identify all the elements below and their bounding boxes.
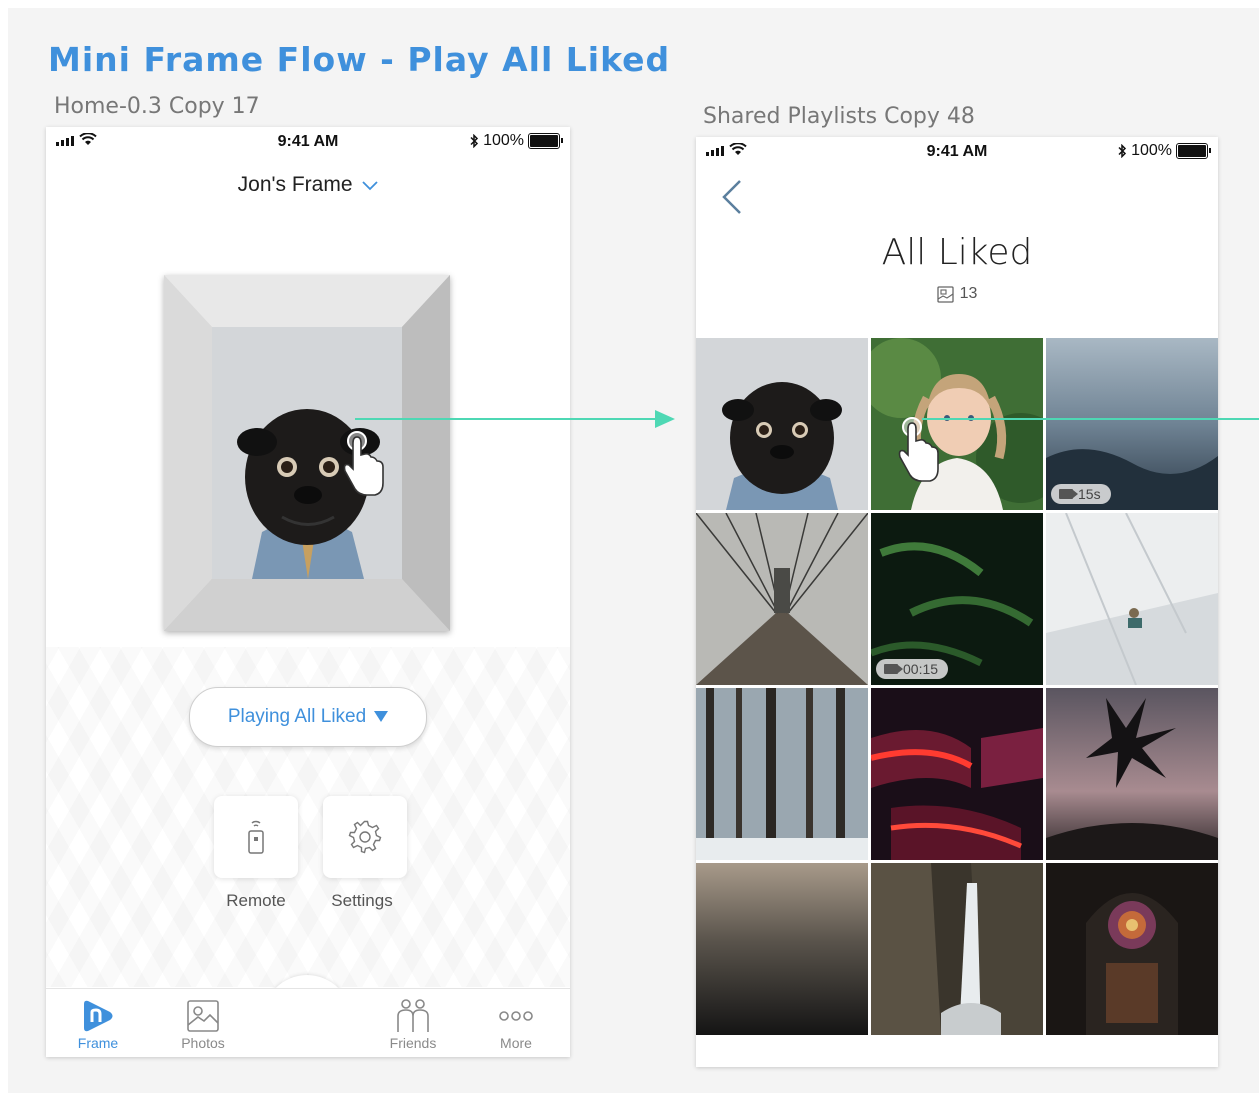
photo-pug[interactable] (696, 338, 868, 510)
photo-snowy-forest[interactable] (696, 688, 868, 860)
flow-arrow (355, 410, 675, 428)
waterfall-photo (871, 863, 1043, 1035)
tab-more[interactable]: More (476, 997, 556, 1051)
sea-photo (696, 863, 868, 1035)
chevron-down-icon (362, 181, 378, 191)
flow-title: Mini Frame Flow - Play All Liked (48, 40, 671, 79)
flow-arrow-out (922, 418, 1259, 420)
battery-percent: 100% (1131, 142, 1172, 159)
photo-bridge[interactable] (696, 513, 868, 685)
tab-friends-label: Friends (389, 1035, 437, 1051)
settings-tile[interactable] (323, 796, 407, 878)
bridge-photo (696, 513, 868, 685)
friends-icon (397, 999, 429, 1032)
frame-name: Jon's Frame (237, 173, 353, 196)
battery-status: 100% (1117, 142, 1211, 160)
frame-preview[interactable] (164, 275, 450, 631)
status-bar: 9:41 AM 100% (46, 127, 570, 155)
remote-icon (248, 820, 264, 854)
battery-percent: 100% (483, 132, 524, 149)
bluetooth-icon (1118, 144, 1127, 158)
video-camera-icon (884, 664, 903, 674)
photo-grid: 15s 00:15 (696, 338, 1218, 1035)
tab-friends[interactable]: Friends (373, 997, 453, 1051)
gear-icon (348, 820, 382, 854)
caret-down-icon (374, 711, 389, 722)
settings-label: Settings (331, 891, 393, 910)
frame-selector[interactable]: Jon's Frame (46, 173, 570, 197)
photo-leaves-sunset[interactable] (1046, 688, 1218, 860)
tab-more-label: More (500, 1035, 532, 1051)
playing-label: Playing All Liked (227, 706, 367, 727)
home-screen: 9:41 AM 100% Jon's Frame Playing All Lik… (46, 127, 570, 1057)
cathedral-photo (1046, 863, 1218, 1035)
remote-tile[interactable] (214, 796, 298, 878)
tab-photos-label: Photos (181, 1035, 225, 1051)
pug-photo (696, 338, 868, 510)
photo-count-icon (936, 285, 954, 303)
photo-white-architecture[interactable] (1046, 513, 1218, 685)
back-chevron-icon[interactable] (718, 179, 744, 215)
status-bar: 9:41 AM 100% (696, 137, 1218, 165)
photo-count: 13 (696, 285, 1218, 303)
playing-all-liked-button[interactable]: Playing All Liked (189, 687, 427, 747)
remote-label: Remote (226, 891, 286, 910)
video-duration-badge: 00:15 (876, 659, 949, 679)
photo-count-value: 13 (959, 285, 978, 302)
photo-dark-sea[interactable] (696, 863, 868, 1035)
more-dots-icon (499, 1011, 533, 1021)
right-artboard-label: Shared Playlists Copy 48 (703, 104, 975, 129)
photo-cathedral[interactable] (1046, 863, 1218, 1035)
leaves-photo (1046, 688, 1218, 860)
frame-logo-icon (84, 1000, 113, 1032)
photo-ferns[interactable]: 00:15 (871, 513, 1043, 685)
architecture-photo (1046, 513, 1218, 685)
photos-icon (187, 1000, 219, 1032)
all-liked-screen: 9:41 AM 100% All Liked 13 15s 00:15 (696, 137, 1218, 1067)
tab-bar: Frame Photos Friends More (46, 988, 570, 1057)
battery-icon (528, 133, 563, 149)
tab-photos[interactable]: Photos (163, 997, 243, 1051)
left-artboard-label: Home-0.3 Copy 17 (54, 94, 260, 119)
photo-red-tubes[interactable] (871, 688, 1043, 860)
tab-frame-label: Frame (77, 1035, 119, 1051)
battery-icon (1176, 143, 1211, 159)
battery-status: 100% (469, 132, 563, 150)
red-tubes-photo (871, 688, 1043, 860)
video-camera-icon (1059, 489, 1078, 499)
bluetooth-icon (470, 134, 479, 148)
forest-photo (696, 688, 868, 860)
photo-waterfall[interactable] (871, 863, 1043, 1035)
tab-frame[interactable]: Frame (58, 997, 138, 1051)
page-title: All Liked (881, 232, 1033, 273)
video-duration-badge: 15s (1051, 484, 1111, 504)
tap-gesture-icon (343, 431, 384, 496)
